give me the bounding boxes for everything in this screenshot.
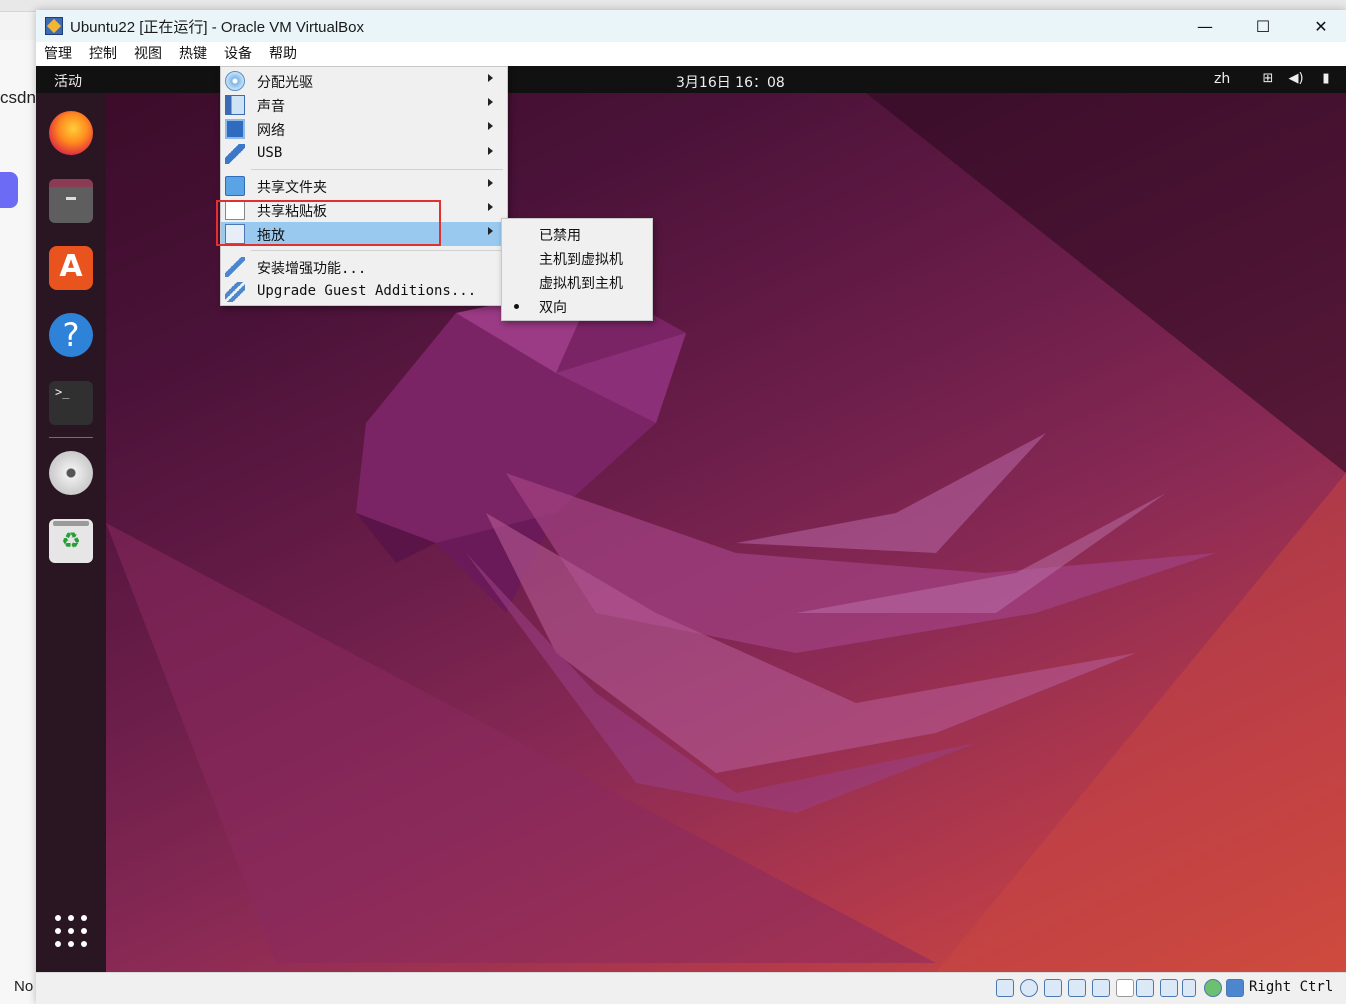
submenu-item-disabled[interactable]: 已禁用: [502, 222, 652, 246]
menu-bar: 管理 控制 视图 热键 设备 帮助: [36, 42, 1346, 66]
submenu-item-label: 双向: [539, 300, 567, 316]
recording-status-icon[interactable]: [1160, 979, 1178, 997]
optical-drive-icon: [225, 71, 245, 91]
virtualization-status-icon[interactable]: [1182, 979, 1196, 997]
devices-menu: 分配光驱 声音 网络 USB 共享文件夹 共享粘贴板 拖放 安装增强功能... …: [220, 66, 508, 306]
shared-folders-status-icon[interactable]: [1116, 979, 1134, 997]
menu-hotkeys[interactable]: 热键: [171, 42, 216, 66]
background-browser-page: csdn. No: [0, 40, 41, 1004]
window-title: Ubuntu22 [正在运行] - Oracle VM VirtualBox: [70, 19, 364, 36]
show-applications-icon[interactable]: [55, 915, 87, 947]
menu-control[interactable]: 控制: [81, 42, 126, 66]
activities-button[interactable]: 活动: [54, 71, 82, 91]
submenu-arrow-icon: [488, 179, 493, 187]
input-language-indicator[interactable]: zh: [1214, 71, 1230, 87]
dvd-drive-icon[interactable]: [49, 451, 93, 495]
network-status-icon[interactable]: [1068, 979, 1086, 997]
virtualbox-app-icon: [45, 17, 63, 35]
maximize-button[interactable]: ☐: [1234, 10, 1292, 42]
minimize-button[interactable]: —: [1176, 10, 1234, 42]
terminal-icon[interactable]: >_: [49, 381, 93, 425]
submenu-item-label: 主机到虚拟机: [539, 252, 623, 268]
usb-status-icon[interactable]: [1092, 979, 1110, 997]
clock[interactable]: 3月16日 16：08: [676, 72, 785, 92]
upgrade-additions-icon: [225, 282, 245, 302]
submenu-arrow-icon: [488, 147, 493, 155]
submenu-item-host-to-guest[interactable]: 主机到虚拟机: [502, 246, 652, 270]
background-page-button: [0, 172, 18, 208]
files-icon[interactable]: [49, 179, 93, 223]
menu-item-label: 网络: [257, 123, 285, 139]
shared-folder-icon: [225, 176, 245, 196]
menu-item-label: 分配光驱: [257, 75, 313, 91]
menu-manage[interactable]: 管理: [36, 42, 81, 66]
hard-disk-status-icon[interactable]: [996, 979, 1014, 997]
firefox-icon[interactable]: [49, 111, 93, 155]
menu-item-shared-folders[interactable]: 共享文件夹: [221, 174, 507, 198]
submenu-arrow-icon: [488, 74, 493, 82]
selected-radio-dot-icon: [514, 304, 519, 309]
close-button[interactable]: ✕: [1292, 10, 1346, 42]
menu-devices[interactable]: 设备: [216, 42, 261, 66]
submenu-arrow-icon: [488, 227, 493, 235]
menu-item-usb[interactable]: USB: [221, 142, 507, 166]
menu-item-label: USB: [257, 145, 283, 161]
install-additions-icon: [225, 257, 245, 277]
audio-status-icon[interactable]: [1044, 979, 1062, 997]
ubuntu-dock: A ? >_ ♻: [36, 93, 106, 972]
menu-item-label: 拖放: [257, 228, 285, 244]
screen: csdn. No Ubuntu22 [正在运行] - Oracle VM Vir…: [0, 0, 1346, 1004]
submenu-item-label: 虚拟机到主机: [539, 276, 623, 292]
display-status-icon[interactable]: [1136, 979, 1154, 997]
title-bar[interactable]: Ubuntu22 [正在运行] - Oracle VM VirtualBox —…: [36, 10, 1346, 42]
submenu-arrow-icon: [488, 203, 493, 211]
network-icon[interactable]: ⊞: [1260, 71, 1276, 87]
submenu-item-bidirectional[interactable]: 双向: [502, 294, 652, 318]
audio-icon: [225, 95, 245, 115]
status-bar: Right Ctrl: [36, 972, 1346, 1004]
background-page-bottom-text: No: [14, 978, 34, 995]
drag-drop-icon: [225, 224, 245, 244]
mouse-integration-status-icon[interactable]: [1204, 979, 1222, 997]
drag-and-drop-submenu: 已禁用 主机到虚拟机 虚拟机到主机 双向: [501, 218, 653, 321]
menu-item-label: 声音: [257, 99, 285, 115]
menu-item-audio[interactable]: 声音: [221, 93, 507, 117]
menu-item-label: Upgrade Guest Additions...: [257, 283, 477, 299]
menu-separator: [251, 250, 503, 251]
menu-item-drag-and-drop[interactable]: 拖放: [221, 222, 507, 246]
submenu-item-label: 已禁用: [539, 228, 581, 244]
usb-icon: [225, 144, 245, 164]
minimize-icon: —: [1197, 16, 1213, 36]
host-key-label: Right Ctrl: [1249, 979, 1334, 995]
menu-item-upgrade-guest-additions[interactable]: Upgrade Guest Additions...: [221, 280, 507, 304]
menu-item-network[interactable]: 网络: [221, 117, 507, 141]
menu-item-label: 安装增强功能...: [257, 261, 367, 277]
menu-view[interactable]: 视图: [126, 42, 171, 66]
app-center-icon[interactable]: A: [49, 246, 93, 290]
menu-item-optical-drive[interactable]: 分配光驱: [221, 69, 507, 93]
help-icon[interactable]: ?: [49, 313, 93, 357]
menu-help[interactable]: 帮助: [261, 42, 306, 66]
keyboard-capture-status-icon[interactable]: [1226, 979, 1244, 997]
submenu-item-guest-to-host[interactable]: 虚拟机到主机: [502, 270, 652, 294]
shared-clipboard-icon: [225, 200, 245, 220]
menu-separator: [251, 169, 503, 170]
virtualbox-window: Ubuntu22 [正在运行] - Oracle VM VirtualBox —…: [36, 10, 1346, 1004]
trash-icon[interactable]: ♻: [49, 519, 93, 563]
menu-item-shared-clipboard[interactable]: 共享粘贴板: [221, 198, 507, 222]
vm-display[interactable]: 活动 3月16日 16：08 zh ⊞ ◀) ▮ A ? >_ ♻ 分配光驱 声…: [36, 66, 1346, 972]
close-icon: ✕: [1314, 16, 1328, 36]
submenu-arrow-icon: [488, 98, 493, 106]
maximize-icon: ☐: [1255, 16, 1271, 36]
menu-item-install-guest-additions[interactable]: 安装增强功能...: [221, 255, 507, 279]
submenu-arrow-icon: [488, 122, 493, 130]
volume-icon[interactable]: ◀): [1288, 71, 1304, 87]
background-page-text: csdn.: [0, 88, 41, 107]
network-icon: [225, 119, 245, 139]
power-icon[interactable]: ▮: [1318, 71, 1334, 87]
menu-item-label: 共享文件夹: [257, 180, 327, 196]
menu-item-label: 共享粘贴板: [257, 204, 327, 220]
dock-separator: [49, 437, 93, 438]
optical-drive-status-icon[interactable]: [1020, 979, 1038, 997]
